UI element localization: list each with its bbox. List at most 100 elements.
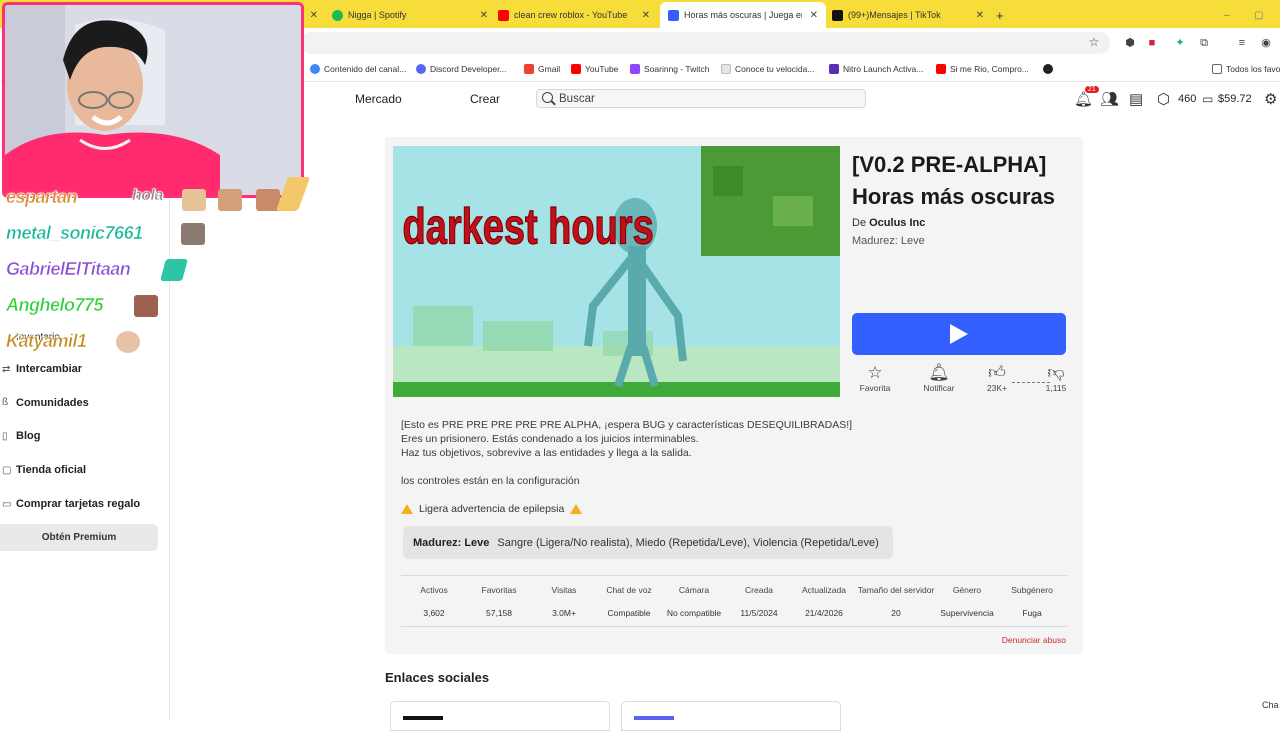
- thumbnail-art: darkest hours: [393, 146, 840, 397]
- robux-icon[interactable]: ⬡: [1157, 90, 1170, 108]
- tab-spotify[interactable]: Nigga | Spotify ✕: [332, 4, 492, 26]
- sidebar-item-intercambiar[interactable]: Intercambiar: [16, 363, 82, 375]
- bookmark-label: Si me Rio, Compro...: [950, 64, 1029, 74]
- gear-icon[interactable]: ⚙: [1264, 90, 1277, 108]
- creator-prefix: De: [852, 217, 867, 229]
- bookmark-label: Soarinng - Twitch: [644, 64, 710, 74]
- webcam-feed: [5, 5, 301, 195]
- minimize-icon[interactable]: –: [1224, 4, 1230, 26]
- thumbs-up-button[interactable]: 👍︎ 23K+: [982, 363, 1012, 393]
- star-icon: ☆: [867, 363, 883, 382]
- bookmark-label: Gmail: [538, 64, 561, 74]
- extension-icon[interactable]: ✦: [1174, 37, 1186, 49]
- play-button[interactable]: [852, 313, 1066, 355]
- maturity-label: Madurez: Leve: [413, 536, 490, 549]
- close-icon[interactable]: ✕: [642, 10, 650, 21]
- bookmark-item[interactable]: Contenido del canal...: [310, 64, 406, 74]
- giftcard-icon: ▭: [2, 499, 12, 510]
- notify-button[interactable]: 🔔︎ Notificar: [918, 363, 960, 393]
- tab-tiktok[interactable]: (99+)Mensajes | TikTok ✕: [832, 4, 988, 26]
- sidebar-item-blog[interactable]: Blog: [16, 430, 40, 442]
- bookmark-label: Discord Developer...: [430, 64, 507, 74]
- discord-icon: [634, 716, 674, 720]
- tab-close-icon[interactable]: ✕: [306, 4, 320, 26]
- bookmark-label: YouTube: [585, 64, 619, 74]
- creator-link[interactable]: Oculus Inc: [869, 217, 925, 229]
- tab-youtube[interactable]: clean crew roblox - YouTube ✕: [498, 4, 654, 26]
- game-thumbnail[interactable]: darkest hours: [393, 146, 840, 397]
- friends-icon[interactable]: 👥︎: [1100, 90, 1119, 108]
- bookmark-item[interactable]: YouTube: [571, 64, 618, 74]
- tab-roblox[interactable]: Horas más oscuras | Juega en R ✕: [660, 2, 826, 28]
- chat-icon[interactable]: ▤: [1129, 90, 1143, 108]
- bookmark-item[interactable]: Soarinng - Twitch: [630, 64, 710, 74]
- social-links-title: Enlaces sociales: [385, 670, 490, 685]
- wallet-icon[interactable]: ▭: [1202, 92, 1213, 106]
- description-line: Eres un prisionero. Estás condenado a lo…: [401, 433, 699, 445]
- chat-tab-label[interactable]: Cha: [1262, 700, 1279, 710]
- description-line: [Esto es PRE PRE PRE PRE PRE ALPHA, ¡esp…: [401, 419, 853, 431]
- twitch-icon: [630, 64, 640, 74]
- search-input[interactable]: Buscar: [536, 89, 866, 108]
- nitro-icon: [829, 64, 839, 74]
- emote-icon: [160, 259, 188, 281]
- close-icon[interactable]: ✕: [480, 10, 488, 21]
- chat-message: hola: [132, 187, 164, 205]
- bookmark-item[interactable]: Nitro Launch Activa...: [829, 64, 923, 74]
- bookmark-item[interactable]: Gmail: [524, 64, 560, 74]
- notify-label: Notificar: [923, 383, 955, 393]
- social-link-card[interactable]: [621, 701, 841, 731]
- roblox-icon: [668, 9, 679, 21]
- bookmark-item[interactable]: Conoce tu velocida...: [721, 64, 814, 74]
- description-line: Haz tus objetivos, sobrevive a las entid…: [401, 447, 692, 459]
- emote-icon: [116, 331, 140, 353]
- warning-text: Ligera advertencia de epilepsia: [419, 503, 565, 515]
- robux-balance[interactable]: 460: [1178, 93, 1196, 105]
- blog-icon: ▯: [2, 431, 8, 442]
- favorite-button[interactable]: ☆ Favorita: [855, 363, 895, 393]
- trade-icon: ⇄: [2, 364, 11, 375]
- communities-icon: ß: [2, 397, 9, 408]
- all-bookmarks[interactable]: Todos los favo: [1212, 64, 1280, 74]
- star-icon[interactable]: ☆: [1088, 36, 1100, 48]
- social-link-card[interactable]: [390, 701, 610, 731]
- game-description: [Esto es PRE PRE PRE PRE PRE ALPHA, ¡esp…: [401, 418, 881, 488]
- nav-mercado[interactable]: Mercado: [355, 92, 402, 106]
- sidebar-item-tarjetas[interactable]: Comprar tarjetas regalo: [16, 498, 140, 510]
- profile-icon[interactable]: ◉: [1260, 37, 1272, 49]
- url-input[interactable]: ☆: [300, 32, 1110, 54]
- thumbs-down-button[interactable]: 👎︎ 1,115: [1041, 363, 1071, 393]
- puzzle-icon[interactable]: ⧉: [1198, 37, 1210, 49]
- thumbnail-title: darkest hours: [403, 200, 654, 255]
- thumbs-down-icon: 👎︎: [1047, 363, 1065, 382]
- play-icon: [950, 324, 968, 344]
- extension-icon[interactable]: ⬢: [1124, 37, 1136, 49]
- close-icon[interactable]: ✕: [976, 10, 984, 21]
- store-icon: ▢: [2, 465, 12, 476]
- notification-badge: 21: [1085, 86, 1099, 93]
- close-icon[interactable]: ✕: [810, 10, 818, 21]
- game-details-card: darkest hours [V0.2 PRE-ALPHA] Horas más…: [385, 137, 1083, 654]
- bookmark-item[interactable]: Discord Developer...: [416, 64, 507, 74]
- balance[interactable]: $59.72: [1218, 93, 1252, 105]
- game-stats: Activos 3,602 Favoritas 57,158 Visitas 3.0M…: [401, 575, 1067, 627]
- roblox-header: Mercado Crear Buscar 🔔︎ 21 👥︎ ▤ ⬡ 460 ▭ …: [300, 84, 1280, 114]
- maximize-icon[interactable]: ▢: [1254, 4, 1263, 26]
- webcam-overlay: [2, 2, 304, 198]
- media-icon[interactable]: ≡: [1236, 37, 1248, 49]
- description-line: los controles están en la configuración: [401, 475, 580, 487]
- sidebar-item-tienda[interactable]: Tienda oficial: [16, 464, 86, 476]
- report-abuse-link[interactable]: Denunciar abuso: [1002, 635, 1066, 645]
- sidebar-item-comunidades[interactable]: Comunidades: [16, 397, 89, 409]
- globe-icon[interactable]: [1043, 64, 1053, 74]
- bookmark-label: Conoce tu velocida...: [735, 64, 815, 74]
- tab-label: Nigga | Spotify: [348, 10, 407, 20]
- chat-username: GabrielElTitaan: [6, 259, 131, 280]
- new-tab-button[interactable]: +: [996, 4, 1004, 26]
- nav-crear[interactable]: Crear: [470, 92, 500, 106]
- extension-icon[interactable]: ■: [1146, 37, 1158, 49]
- social-icon: [403, 716, 443, 720]
- spotify-icon: [332, 9, 343, 21]
- bookmark-item[interactable]: Si me Rio, Compro...: [936, 64, 1029, 74]
- premium-button[interactable]: Obtén Premium: [0, 524, 158, 551]
